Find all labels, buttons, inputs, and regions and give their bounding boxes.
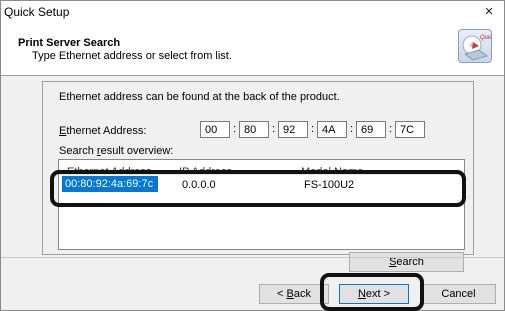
overview-label-pre: Search — [59, 145, 97, 157]
wizard-header: Print Server Search Type Ethernet addres… — [1, 23, 504, 76]
octet-separator: : — [233, 123, 237, 135]
ethernet-octet-6-input[interactable]: 7C — [395, 121, 425, 138]
highlight-next-button — [320, 273, 424, 311]
search-button[interactable]: Search — [349, 252, 464, 272]
window-title: Quick Setup — [4, 5, 70, 19]
back-button[interactable]: < Back — [259, 284, 329, 304]
highlight-selected-row — [50, 170, 466, 207]
ethernet-label-rest: thernet Address: — [66, 125, 147, 137]
quick-setup-window: Quick Setup × Print Server Search Type E… — [0, 0, 505, 311]
back-accel: B — [286, 288, 294, 300]
header-subtitle: Type Ethernet address or select from lis… — [32, 50, 232, 62]
close-button[interactable]: × — [474, 1, 504, 23]
quick-setup-icon: Quick — [458, 29, 496, 63]
header-title: Print Server Search — [18, 37, 121, 49]
footer-divider — [1, 257, 504, 258]
octet-separator: : — [389, 123, 393, 135]
cancel-button[interactable]: Cancel — [421, 284, 496, 304]
ethernet-address-label: Ethernet Address: — [59, 125, 146, 137]
ethernet-octet-3-input[interactable]: 92 — [278, 121, 308, 138]
ethernet-octet-1-input[interactable]: 00 — [200, 121, 230, 138]
overview-label-rest: esult overview: — [100, 145, 174, 157]
title-bar: Quick Setup × — [1, 1, 504, 23]
info-text: Ethernet address can be found at the bac… — [59, 91, 340, 103]
octet-separator: : — [311, 123, 315, 135]
ethernet-octet-2-input[interactable]: 80 — [239, 121, 269, 138]
back-label-rest: ack — [293, 288, 311, 300]
ethernet-octet-4-input[interactable]: 4A — [317, 121, 347, 138]
back-label-pre: < — [277, 288, 287, 300]
octet-separator: : — [350, 123, 354, 135]
svg-text:Quick: Quick — [480, 35, 491, 41]
ethernet-octet-5-input[interactable]: 69 — [356, 121, 386, 138]
search-panel: Ethernet address can be found at the bac… — [42, 81, 474, 272]
search-result-overview-label: Search result overview: — [59, 145, 173, 157]
octet-separator: : — [272, 123, 276, 135]
